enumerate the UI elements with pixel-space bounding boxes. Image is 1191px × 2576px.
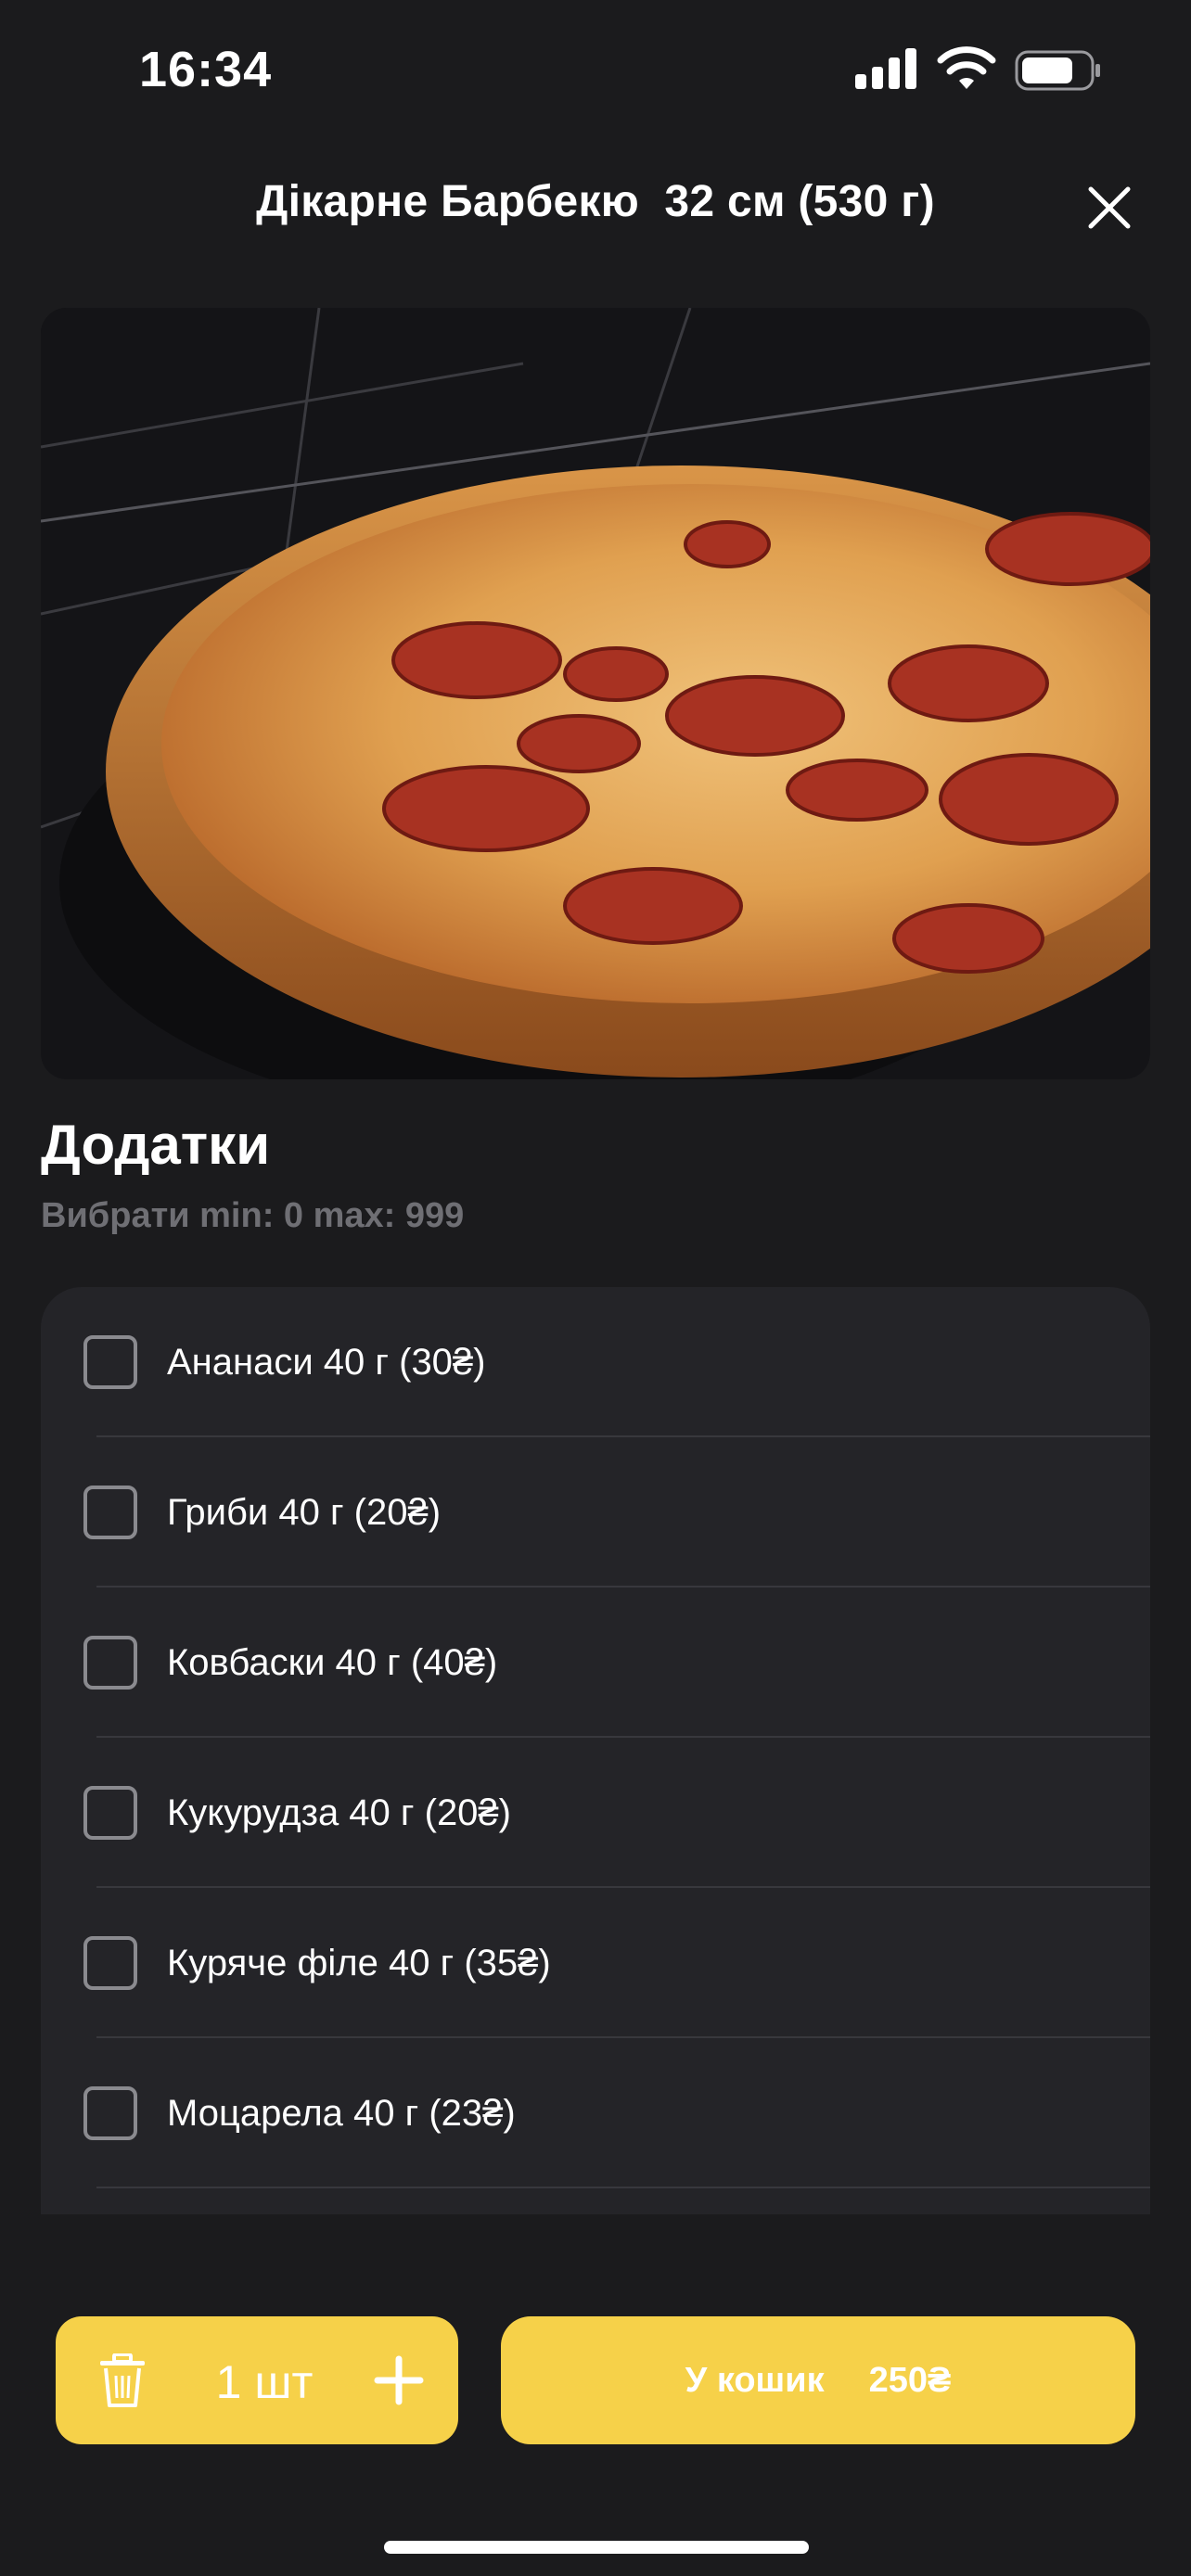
addon-label: Ковбаски 40 г (40₴) [167, 1641, 498, 1683]
addon-label: Моцарела 40 г (23₴) [167, 2092, 516, 2134]
trash-icon[interactable] [96, 2353, 148, 2407]
product-screen: 16:34 Дікарне Барбекю 32 см (530 г) Дода… [0, 0, 1191, 2576]
quantity-stepper: 1 шт [56, 2316, 458, 2444]
addon-item[interactable]: Ананаси 40 г (30₴) [41, 1287, 1150, 1437]
wifi-icon [937, 46, 996, 89]
addons-title: Додатки [41, 1114, 271, 1176]
checkbox[interactable] [83, 2086, 137, 2140]
addon-item[interactable]: Моцарела 40 г (23₴) [41, 2038, 1150, 2188]
addon-label: Кукурудза 40 г (20₴) [167, 1792, 511, 1833]
status-bar: 16:34 [0, 0, 1191, 139]
product-title: Дікарне Барбекю 32 см (530 г) [256, 177, 935, 226]
addons-subtitle: Вибрати min: 0 max: 999 [41, 1196, 465, 1235]
cart-label: У кошик [685, 2360, 825, 2400]
addon-item[interactable]: Ковбаски 40 г (40₴) [41, 1588, 1150, 1738]
checkbox[interactable] [83, 1636, 137, 1690]
addon-item[interactable]: Гриби 40 г (20₴) [41, 1437, 1150, 1588]
add-to-cart-button[interactable]: У кошик 250₴ [501, 2316, 1135, 2444]
product-image [41, 308, 1150, 1079]
close-button[interactable] [1082, 180, 1137, 236]
signal-icon [855, 48, 916, 89]
checkbox[interactable] [83, 1335, 137, 1389]
close-icon [1088, 186, 1131, 229]
plus-icon[interactable] [371, 2352, 427, 2409]
checkbox[interactable] [83, 1786, 137, 1840]
status-time: 16:34 [139, 42, 273, 97]
addon-label: Куряче філе 40 г (35₴) [167, 1942, 551, 1983]
addons-list: Ананаси 40 г (30₴) Гриби 40 г (20₴) Ковб… [41, 1287, 1150, 2214]
addon-label: Гриби 40 г (20₴) [167, 1491, 442, 1533]
pizza-photo [41, 308, 1150, 1079]
addon-item[interactable]: Куряче філе 40 г (35₴) [41, 1888, 1150, 2038]
cart-price: 250₴ [868, 2360, 952, 2400]
checkbox[interactable] [83, 1936, 137, 1990]
battery-icon [1015, 50, 1100, 91]
addon-item[interactable]: Кукурудза 40 г (20₴) [41, 1738, 1150, 1888]
home-indicator[interactable] [384, 2541, 809, 2554]
addon-label: Ананаси 40 г (30₴) [167, 1341, 486, 1383]
quantity-value: 1 шт [215, 2356, 314, 2408]
checkbox[interactable] [83, 1486, 137, 1539]
